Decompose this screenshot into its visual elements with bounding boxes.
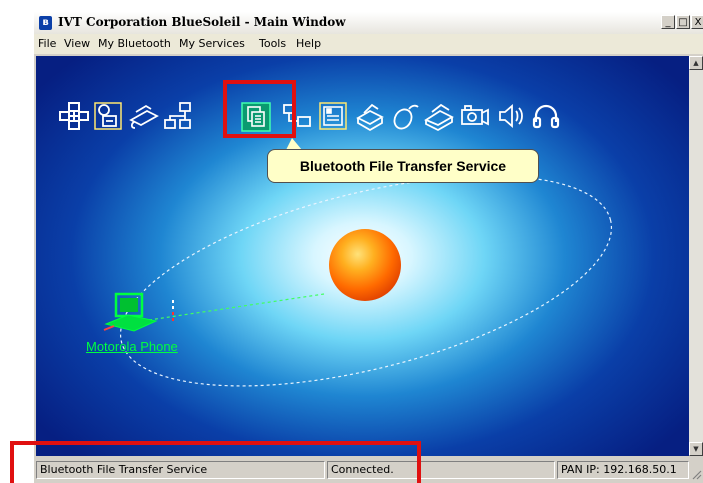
resize-grip-icon[interactable] — [690, 468, 702, 480]
menu-tools[interactable]: Tools — [259, 37, 286, 50]
lan-access-icon[interactable] — [162, 100, 194, 132]
object-push-icon[interactable] — [317, 100, 349, 132]
scroll-up-button[interactable]: ▲ — [689, 56, 703, 70]
menu-bar: File View My Bluetooth My Services Tools… — [34, 34, 703, 54]
menu-my-services[interactable]: My Services — [179, 37, 245, 50]
bluetooth-icon: ʙ — [39, 16, 52, 30]
fax-icon[interactable] — [128, 100, 160, 132]
device-label[interactable]: Motorola Phone — [86, 339, 178, 354]
network-access-icon[interactable] — [58, 100, 90, 132]
title-bar[interactable]: ʙ IVT Corporation BlueSoleil - Main Wind… — [34, 12, 703, 34]
menu-file[interactable]: File — [38, 37, 56, 50]
file-transfer-highlight — [223, 80, 296, 138]
audio-gateway-icon[interactable] — [494, 100, 526, 132]
local-device-sun[interactable] — [329, 229, 401, 301]
menu-my-bluetooth[interactable]: My Bluetooth — [98, 37, 171, 50]
service-tooltip: Bluetooth File Transfer Service — [267, 149, 539, 183]
printer-icon[interactable] — [354, 100, 386, 132]
status-highlight — [10, 441, 421, 483]
menu-help[interactable]: Help — [296, 37, 321, 50]
headset-icon[interactable] — [530, 100, 562, 132]
camera-icon[interactable] — [459, 100, 491, 132]
bluetooth-workspace[interactable]: Bluetooth File Transfer Service Motorola… — [36, 56, 689, 456]
maximize-button[interactable]: □ — [676, 15, 690, 29]
scroll-down-button[interactable]: ▼ — [689, 442, 703, 456]
signal-strength-icon — [172, 300, 174, 321]
vertical-scrollbar[interactable]: ▲ ▼ — [689, 56, 703, 456]
window-title: IVT Corporation BlueSoleil - Main Window — [58, 15, 346, 29]
basic-imaging-icon[interactable] — [423, 100, 455, 132]
computer-icon[interactable] — [98, 290, 162, 338]
status-pan-ip: PAN IP: 192.168.50.1 — [557, 461, 689, 479]
mouse-hid-icon[interactable] — [389, 100, 421, 132]
main-window: ʙ IVT Corporation BlueSoleil - Main Wind… — [34, 12, 703, 483]
menu-view[interactable]: View — [64, 37, 90, 50]
close-button[interactable]: X — [691, 15, 703, 29]
minimize-button[interactable]: _ — [661, 15, 675, 29]
dialup-networking-icon[interactable] — [92, 100, 124, 132]
